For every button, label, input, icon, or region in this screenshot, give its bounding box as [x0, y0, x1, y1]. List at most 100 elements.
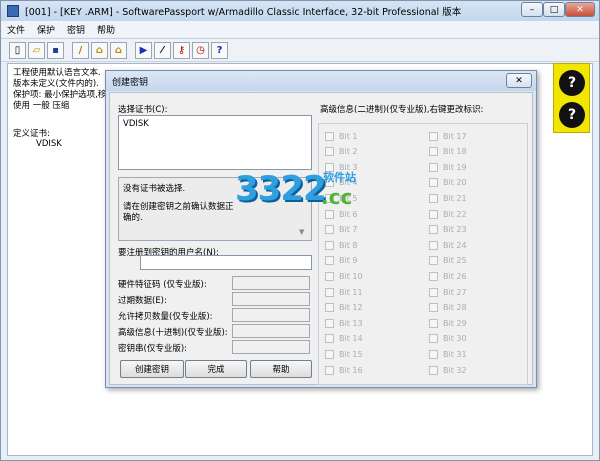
bit-checkbox-row[interactable]: Bit 8 [325, 239, 357, 251]
bit-checkbox[interactable] [325, 287, 334, 297]
bit-checkbox-row[interactable]: Bit 10 [325, 270, 363, 282]
help-icon[interactable]: ? [211, 41, 228, 59]
bit-label: Bit 1 [339, 131, 358, 141]
bit-checkbox-row[interactable]: Bit 19 [429, 161, 467, 173]
bit-checkbox-row[interactable]: Bit 23 [429, 224, 467, 236]
bit-checkbox[interactable] [429, 349, 438, 359]
help-side-panel: ? ? [553, 63, 590, 133]
bit-checkbox[interactable] [325, 271, 334, 281]
bit-checkbox-row[interactable]: Bit 25 [429, 255, 467, 267]
bit-checkbox-row[interactable]: Bit 28 [429, 302, 467, 314]
bit-checkbox[interactable] [325, 334, 334, 344]
bit-checkbox[interactable] [429, 131, 438, 141]
bit-checkbox-row[interactable]: Bit 29 [429, 317, 467, 329]
new-file-icon[interactable]: ▯ [9, 41, 26, 59]
help-icon[interactable]: ? [559, 102, 585, 128]
bit-checkbox[interactable] [429, 240, 438, 250]
bit-checkbox-row[interactable]: Bit 22 [429, 208, 467, 220]
pencil-icon[interactable]: / [72, 41, 89, 59]
extra-info-decimal-input[interactable] [232, 324, 310, 338]
bit-checkbox[interactable] [325, 318, 334, 328]
dialog-title-bar: 创建密钥 ✕ [106, 71, 536, 91]
bit-checkbox-row[interactable]: Bit 2 [325, 146, 357, 158]
bit-checkbox[interactable] [429, 225, 438, 235]
maximize-button[interactable]: □ [543, 2, 565, 17]
done-button[interactable]: 完成 [185, 360, 247, 378]
bit-checkbox[interactable] [429, 318, 438, 328]
bit-checkbox[interactable] [429, 287, 438, 297]
bit-checkbox[interactable] [325, 240, 334, 250]
username-input[interactable] [140, 255, 312, 270]
menu-file[interactable]: 文件 [1, 23, 31, 36]
bit-checkbox[interactable] [429, 271, 438, 281]
bit-checkbox-row[interactable]: Bit 13 [325, 317, 363, 329]
cert-list[interactable]: VDISK [118, 115, 312, 170]
key-icon[interactable]: ⚷ [173, 41, 190, 59]
bit-label: Bit 19 [443, 162, 467, 172]
bit-label: Bit 14 [339, 334, 363, 344]
bit-checkbox-row[interactable]: Bit 26 [429, 270, 467, 282]
bit-checkbox[interactable] [429, 209, 438, 219]
clock-icon[interactable]: ◷ [192, 41, 209, 59]
bit-checkbox-row[interactable]: Bit 14 [325, 333, 363, 345]
bit-checkbox[interactable] [429, 334, 438, 344]
bit-checkbox[interactable] [429, 147, 438, 157]
dialog-title: 创建密钥 [112, 77, 149, 88]
bit-checkbox-row[interactable]: Bit 17 [429, 130, 467, 142]
bit-checkbox-row[interactable]: Bit 16 [325, 364, 363, 376]
dialog-close-button[interactable]: ✕ [506, 73, 532, 88]
bit-checkbox[interactable] [325, 256, 334, 266]
close-button[interactable]: ✕ [565, 2, 595, 17]
cert-list-item[interactable]: VDISK [123, 119, 149, 129]
bit-checkbox[interactable] [429, 178, 438, 188]
bit-checkbox-row[interactable]: Bit 24 [429, 239, 467, 251]
field-label: 硬件特征码 (仅专业版): [118, 280, 207, 290]
bit-checkbox-row[interactable]: Bit 7 [325, 224, 357, 236]
bit-checkbox-row[interactable]: Bit 27 [429, 286, 467, 298]
play-icon[interactable]: ▶ [135, 41, 152, 59]
bit-checkbox[interactable] [325, 303, 334, 313]
lock-key-icon[interactable]: ⌂ [110, 41, 127, 59]
bit-checkbox-row[interactable]: Bit 31 [429, 348, 467, 360]
bit-checkbox-row[interactable]: Bit 11 [325, 286, 363, 298]
bit-checkbox[interactable] [325, 349, 334, 359]
bit-checkbox[interactable] [325, 365, 334, 375]
bit-checkbox[interactable] [429, 193, 438, 203]
wand-icon[interactable]: ⁄ [154, 41, 171, 59]
bit-checkbox-row[interactable]: Bit 30 [429, 333, 467, 345]
watermark-domain: .cc [321, 185, 353, 209]
lock-icon[interactable]: ⌂ [91, 41, 108, 59]
key-string-input[interactable] [232, 340, 310, 354]
open-folder-icon[interactable]: ▱ [28, 41, 45, 59]
help-button[interactable]: 帮助 [250, 360, 312, 378]
bit-checkbox[interactable] [325, 147, 334, 157]
bit-checkbox[interactable] [325, 131, 334, 141]
field-label: 允许拷贝数量(仅专业版): [118, 312, 213, 322]
bit-checkbox[interactable] [325, 225, 334, 235]
bit-checkbox-row[interactable]: Bit 1 [325, 130, 357, 142]
menu-protect[interactable]: 保护 [31, 23, 61, 36]
menu-keys[interactable]: 密钥 [61, 23, 91, 36]
expiration-input[interactable] [232, 292, 310, 306]
menu-help[interactable]: 帮助 [91, 23, 121, 36]
bit-checkbox-row[interactable]: Bit 21 [429, 192, 467, 204]
bit-checkbox-row[interactable]: Bit 12 [325, 302, 363, 314]
bit-checkbox[interactable] [429, 303, 438, 313]
bit-checkbox[interactable] [429, 162, 438, 172]
bit-checkbox-row[interactable]: Bit 18 [429, 146, 467, 158]
minimize-button[interactable]: – [521, 2, 543, 17]
bit-checkbox-row[interactable]: Bit 32 [429, 364, 467, 376]
hardware-id-input[interactable] [232, 276, 310, 290]
bit-checkbox-row[interactable]: Bit 9 [325, 255, 357, 267]
bit-checkbox-row[interactable]: Bit 15 [325, 348, 363, 360]
bit-label: Bit 28 [443, 303, 467, 313]
bit-label: Bit 20 [443, 178, 467, 188]
bit-checkbox[interactable] [429, 365, 438, 375]
bit-checkbox-row[interactable]: Bit 20 [429, 177, 467, 189]
scroll-down-icon[interactable]: ▼ [299, 228, 304, 236]
create-key-button[interactable]: 创建密钥 [120, 360, 184, 378]
copies-input[interactable] [232, 308, 310, 322]
help-icon[interactable]: ? [559, 70, 585, 96]
bit-checkbox[interactable] [429, 256, 438, 266]
save-icon[interactable]: ▪ [47, 41, 64, 59]
